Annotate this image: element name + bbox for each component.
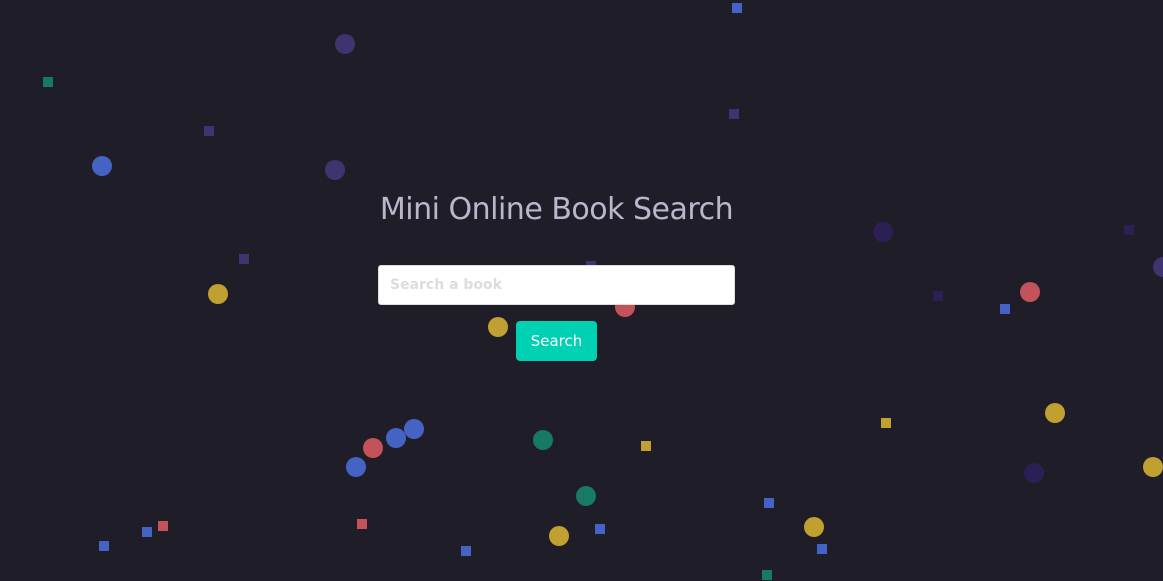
particle-circle [363, 438, 383, 458]
particle-circle [1020, 282, 1040, 302]
particle-circle [1143, 457, 1163, 477]
particle-square [762, 570, 772, 580]
particle-circle [533, 430, 553, 450]
particle-square [933, 291, 943, 301]
particle-square [239, 254, 249, 264]
particle-square [641, 441, 651, 451]
particle-square [461, 546, 471, 556]
particle-square [729, 109, 739, 119]
particle-circle [208, 284, 228, 304]
particle-square [99, 541, 109, 551]
search-input[interactable] [378, 265, 735, 305]
particle-square [817, 544, 827, 554]
particle-square [732, 3, 742, 13]
particle-square [158, 521, 168, 531]
particle-square [881, 418, 891, 428]
particle-square [1000, 304, 1010, 314]
particle-circle [404, 419, 424, 439]
particle-circle [325, 160, 345, 180]
particle-square [764, 498, 774, 508]
particle-circle [1024, 463, 1044, 483]
particle-square [357, 519, 367, 529]
particle-circle [386, 428, 406, 448]
particle-circle [576, 486, 596, 506]
particle-square [43, 77, 53, 87]
particle-square [204, 126, 214, 136]
particle-circle [1045, 403, 1065, 423]
page-title: Mini Online Book Search [379, 192, 734, 227]
particle-circle [346, 457, 366, 477]
particle-circle [335, 34, 355, 54]
particle-square [595, 524, 605, 534]
particle-circle [1153, 257, 1163, 277]
particle-square [142, 527, 152, 537]
particle-square [1124, 225, 1134, 235]
particle-circle [804, 517, 824, 537]
particle-circle [549, 526, 569, 546]
particle-circle [488, 317, 508, 337]
particle-circle [873, 222, 893, 242]
search-button[interactable]: Search [516, 321, 597, 361]
particle-circle [92, 156, 112, 176]
